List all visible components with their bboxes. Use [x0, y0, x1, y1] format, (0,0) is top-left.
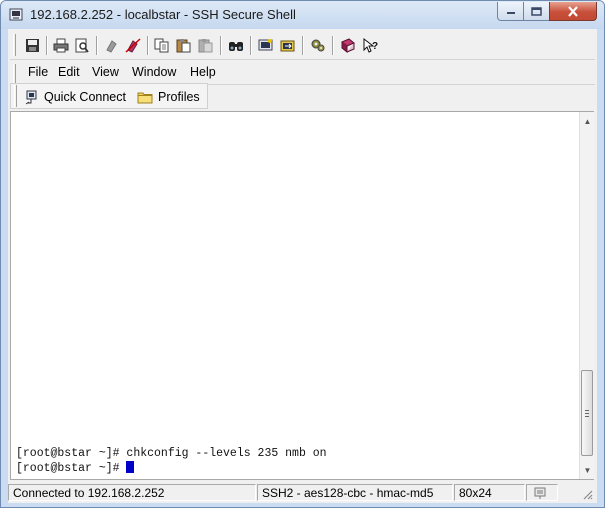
- disconnect-button[interactable]: [102, 36, 122, 55]
- title-bar[interactable]: 192.168.2.252 - localbstar - SSH Secure …: [1, 1, 604, 29]
- context-help-icon: ?: [363, 38, 378, 53]
- settings-icon: [311, 39, 325, 52]
- file-transfer-icon: [280, 40, 295, 52]
- grip-icon: [585, 410, 589, 411]
- status-terminal-size: 80x24: [454, 484, 525, 501]
- menu-window[interactable]: Window: [132, 65, 176, 79]
- status-bar: Connected to 192.168.2.252 SSH2 - aes128…: [8, 482, 597, 503]
- terminal-line: [root@bstar ~]# chkconfig --levels 235 n…: [16, 447, 327, 460]
- minimize-button[interactable]: [497, 2, 524, 21]
- menu-edit[interactable]: Edit: [58, 65, 80, 79]
- close-button[interactable]: [549, 2, 597, 21]
- terminal-line: [root@bstar ~]#: [16, 462, 127, 475]
- arrow-up-icon: ▲: [583, 116, 592, 126]
- scroll-up-button[interactable]: ▲: [582, 115, 593, 127]
- menu-bar: File Edit View Window Help: [10, 61, 595, 86]
- status-activity: [526, 484, 558, 501]
- quick-connect-button[interactable]: Quick Connect: [25, 88, 126, 106]
- svg-text:?: ?: [372, 41, 378, 52]
- find-icon: [229, 42, 243, 51]
- toolbar-grip[interactable]: [13, 34, 16, 56]
- menu-help[interactable]: Help: [190, 65, 216, 79]
- paste-button[interactable]: [174, 36, 194, 55]
- terminal-area[interactable]: [root@bstar ~]# chkconfig --levels 235 n…: [10, 111, 594, 480]
- quick-connect-icon: [25, 90, 37, 104]
- vertical-scrollbar[interactable]: ▲ ▼: [579, 112, 594, 479]
- network-activity-icon: [534, 487, 546, 499]
- terminal-prompt-line: [root@bstar ~]#: [16, 461, 327, 476]
- find-button[interactable]: [226, 36, 246, 55]
- scroll-down-button[interactable]: ▼: [582, 464, 593, 476]
- disconnect-icon: [106, 40, 117, 53]
- text-cursor: [126, 461, 135, 473]
- print-preview-icon: [75, 38, 89, 53]
- menu-file[interactable]: File: [28, 65, 48, 79]
- file-transfer-button[interactable]: [278, 36, 298, 55]
- window-client: ? File Edit View Window Help Quick Conne…: [8, 29, 597, 503]
- copy-icon: [154, 38, 169, 53]
- window-title: 192.168.2.252 - localbstar - SSH Secure …: [30, 7, 296, 22]
- print-preview-button[interactable]: [72, 36, 92, 55]
- profiles-bar-grip[interactable]: [14, 85, 17, 107]
- new-terminal-button[interactable]: [256, 36, 276, 55]
- help-book-icon: [341, 38, 355, 53]
- connect-icon: [125, 38, 141, 53]
- close-icon: [568, 5, 578, 17]
- minimize-icon: [506, 12, 515, 14]
- ssh-app-icon: [9, 8, 23, 21]
- status-connection: Connected to 192.168.2.252: [8, 484, 256, 501]
- profiles-label: Profiles: [158, 90, 200, 104]
- resize-grip-icon: [583, 490, 593, 500]
- context-help-button[interactable]: ?: [360, 36, 380, 55]
- toolbar-separator: [302, 36, 304, 55]
- save-button[interactable]: [22, 36, 42, 55]
- toolbar-separator: [147, 36, 149, 55]
- app-window: 192.168.2.252 - localbstar - SSH Secure …: [0, 0, 605, 508]
- settings-button[interactable]: [308, 36, 328, 55]
- toolbar-separator: [332, 36, 334, 55]
- maximize-button[interactable]: [523, 2, 550, 21]
- status-encryption: SSH2 - aes128-cbc - hmac-md5: [257, 484, 453, 501]
- profiles-button[interactable]: Profiles: [137, 88, 200, 106]
- size-grip[interactable]: [559, 484, 597, 501]
- maximize-icon: [531, 6, 542, 16]
- toolbar-separator: [46, 36, 48, 55]
- toolbar-separator: [220, 36, 222, 55]
- toolbar: ?: [10, 31, 595, 60]
- connect-button[interactable]: [123, 36, 143, 55]
- copy-button[interactable]: [152, 36, 172, 55]
- new-terminal-icon: [258, 39, 273, 51]
- quick-connect-label: Quick Connect: [44, 90, 126, 104]
- scrollbar-thumb[interactable]: [581, 370, 593, 456]
- print-button[interactable]: [51, 36, 71, 55]
- print-icon: [53, 38, 69, 53]
- help-button[interactable]: [338, 36, 358, 55]
- paste-disabled-button[interactable]: [196, 36, 216, 55]
- paste-icon: [176, 39, 191, 53]
- profiles-bar: Quick Connect Profiles: [10, 83, 208, 109]
- toolbar-separator: [250, 36, 252, 55]
- folder-icon: [137, 92, 153, 103]
- toolbar-separator: [96, 36, 98, 55]
- menu-view[interactable]: View: [92, 65, 119, 79]
- paste-disabled-icon: [198, 39, 213, 53]
- terminal-output: [root@bstar ~]# chkconfig --levels 235 n…: [16, 447, 327, 476]
- save-icon: [25, 39, 39, 52]
- arrow-down-icon: ▼: [583, 465, 592, 475]
